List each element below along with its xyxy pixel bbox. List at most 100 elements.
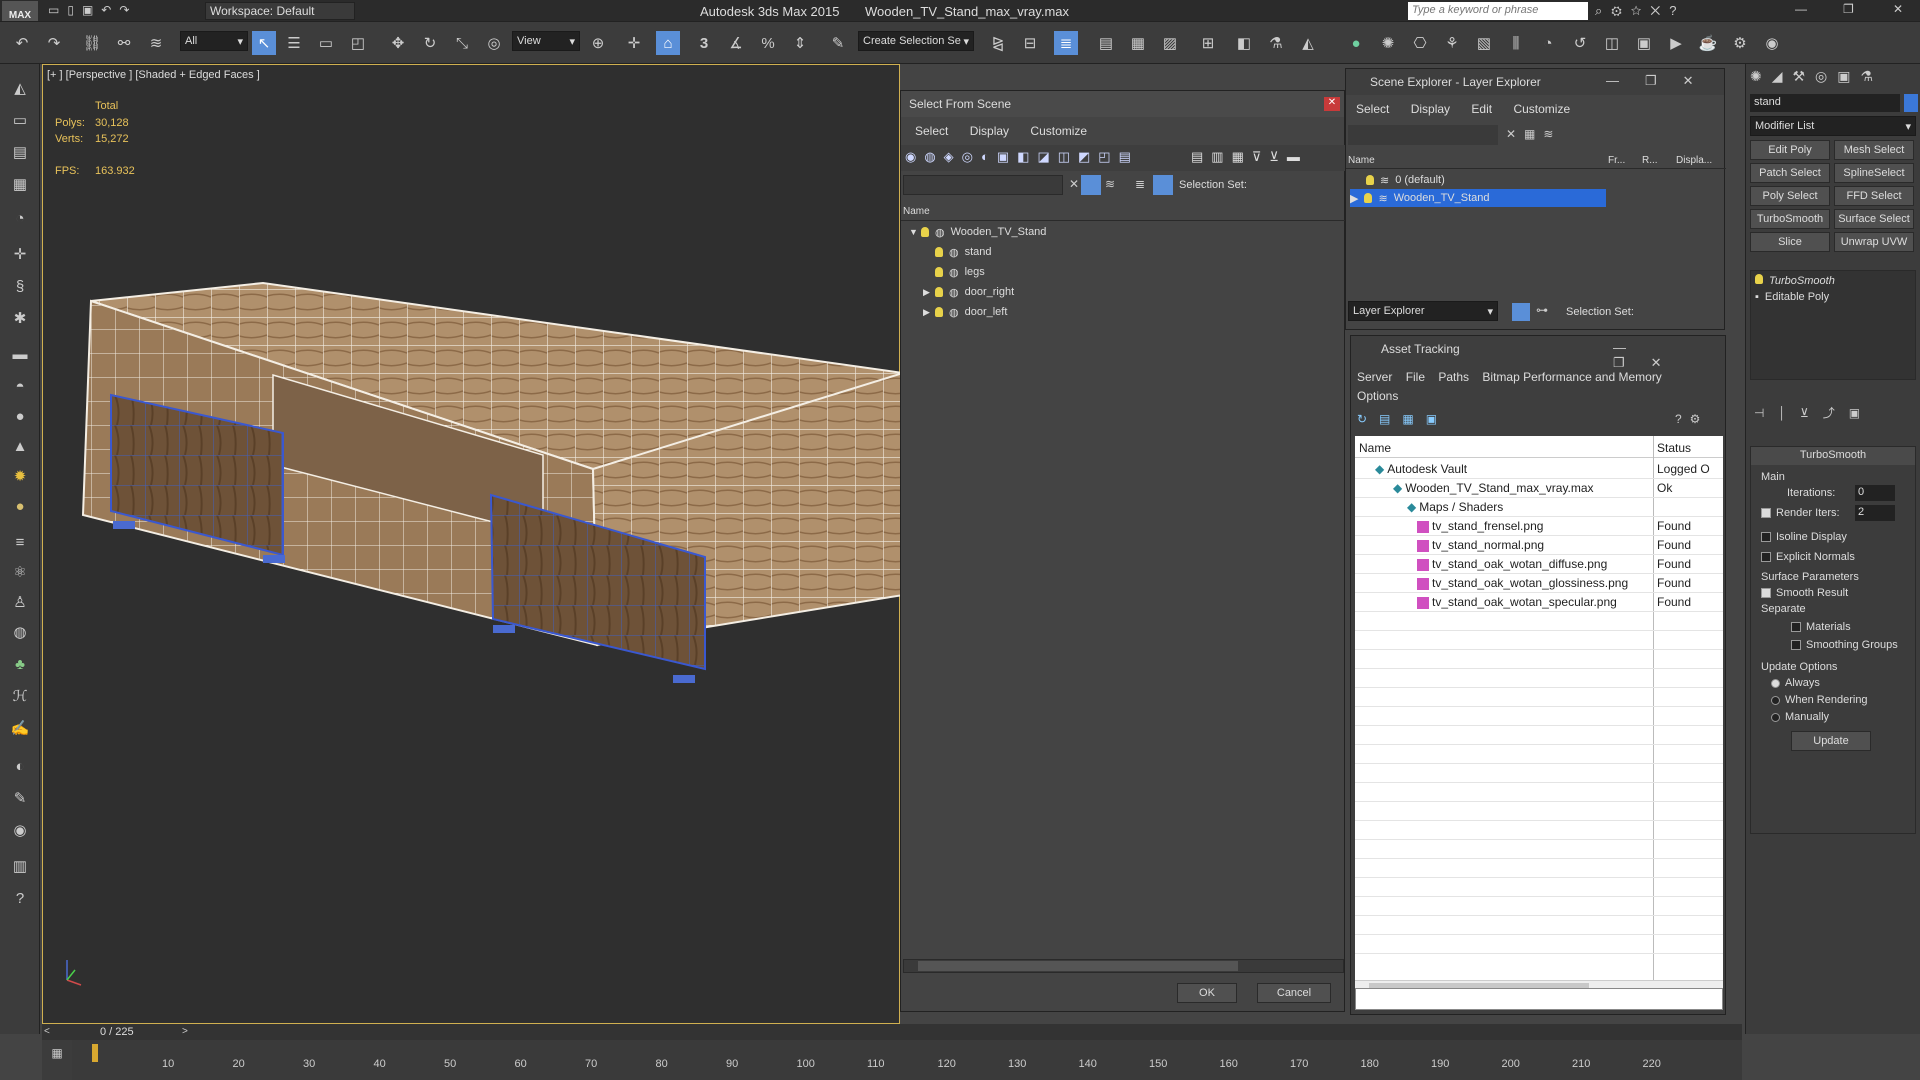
- leg-2[interactable]: [263, 555, 285, 563]
- close-icon[interactable]: ✕: [1324, 97, 1340, 111]
- scale-icon[interactable]: ⤡: [450, 31, 474, 55]
- bulb-icon[interactable]: [935, 287, 943, 297]
- spinner-snap-icon[interactable]: ⇕: [788, 31, 812, 55]
- globe-icon[interactable]: ◍: [8, 620, 32, 644]
- sun-light-icon[interactable]: ✹: [8, 464, 32, 488]
- display-icons[interactable]: ▤▥▦⊽⊻▬: [1191, 149, 1331, 167]
- spring-icon[interactable]: §: [8, 274, 32, 298]
- proxy-icon[interactable]: ▧: [1472, 31, 1496, 55]
- smoothing-groups-row[interactable]: Smoothing Groups: [1791, 639, 1898, 651]
- keyboard-shortcut-override-icon[interactable]: ⌂: [656, 31, 680, 55]
- col-render[interactable]: R...: [1642, 155, 1658, 166]
- modifier-button[interactable]: FFD Select: [1834, 186, 1914, 206]
- tv-stand-model[interactable]: [43, 65, 901, 1025]
- render-production-icon[interactable]: ▶: [1664, 31, 1688, 55]
- scene-explorer-search[interactable]: [1348, 125, 1498, 145]
- omni-icon[interactable]: ●: [8, 494, 32, 518]
- modifier-button[interactable]: SplineSelect: [1834, 163, 1914, 183]
- edit-icon[interactable]: ✎: [8, 786, 32, 810]
- light-bulb-icon[interactable]: ◔: [8, 206, 32, 230]
- create-icon[interactable]: ◭: [8, 76, 32, 100]
- column-header-name[interactable]: Name: [901, 203, 1346, 221]
- material-editor-icon[interactable]: ◧: [1232, 31, 1256, 55]
- sphere-create-icon[interactable]: ●: [8, 404, 32, 428]
- cone-icon[interactable]: ▲: [8, 434, 32, 458]
- isoline-checkbox[interactable]: [1761, 532, 1771, 543]
- teapot-icon[interactable]: ☕: [1696, 31, 1720, 55]
- modifier-button[interactable]: Poly Select: [1750, 186, 1830, 206]
- render-iters-row[interactable]: Render Iters:: [1761, 507, 1840, 519]
- smoothing-groups-checkbox[interactable]: [1791, 640, 1801, 651]
- bulb-icon[interactable]: [935, 247, 943, 257]
- layer-row[interactable]: ≋ 0 (default): [1366, 171, 1716, 189]
- align-icon[interactable]: ⊟: [1018, 31, 1042, 55]
- move-icon[interactable]: ✥: [386, 31, 410, 55]
- pivot-center-icon[interactable]: ⊕: [586, 31, 610, 55]
- menu-edit[interactable]: Edit: [1471, 102, 1492, 116]
- asset-row[interactable]: ◆ Autodesk Vault Logged O: [1355, 460, 1723, 479]
- render-setup-icon[interactable]: ⚗: [1264, 31, 1288, 55]
- select-by-name-icon[interactable]: ☰: [282, 31, 306, 55]
- bind-spacewarp-icon[interactable]: ≋: [144, 31, 168, 55]
- layer-mode-icon[interactable]: [1512, 303, 1530, 321]
- stack-item-editable-poly[interactable]: ▪ Editable Poly: [1755, 291, 1829, 303]
- window-crossing-icon[interactable]: ◰: [346, 31, 370, 55]
- edit-named-selection-icon[interactable]: ✎: [826, 31, 850, 55]
- isoline-row[interactable]: Isoline Display: [1761, 531, 1847, 543]
- manually-radio[interactable]: [1771, 712, 1780, 722]
- leg-3[interactable]: [493, 625, 515, 633]
- layers-icon[interactable]: ▥: [8, 854, 32, 878]
- menu-display[interactable]: Display: [1411, 102, 1450, 116]
- rotate-icon[interactable]: ↻: [418, 31, 442, 55]
- menu-options[interactable]: Options: [1357, 389, 1398, 403]
- bulb-icon[interactable]: [921, 227, 929, 237]
- tree-item[interactable]: ▶ ◍ door_left: [923, 303, 1007, 321]
- modifier-button[interactable]: Mesh Select: [1834, 140, 1914, 160]
- document-icon[interactable]: ▤: [8, 140, 32, 164]
- plane-icon[interactable]: ⫼: [1504, 31, 1528, 55]
- undo-icon[interactable]: ↶: [10, 31, 34, 55]
- cycle-icon[interactable]: ↺: [1568, 31, 1592, 55]
- render-iters-spinner[interactable]: 2: [1855, 505, 1895, 521]
- object-color-swatch[interactable]: [1904, 94, 1918, 112]
- render-icon[interactable]: ◉: [8, 818, 32, 842]
- dome-icon[interactable]: ◓: [8, 374, 32, 398]
- menu-select[interactable]: Select: [1356, 102, 1389, 116]
- modifier-button[interactable]: Surface Select: [1834, 209, 1914, 229]
- light-icon[interactable]: ●: [1344, 31, 1368, 55]
- menu-select[interactable]: Select: [915, 124, 948, 138]
- object-name-field[interactable]: stand: [1750, 94, 1900, 112]
- asset-row[interactable]: tv_stand_normal.png Found: [1355, 536, 1723, 555]
- bulb-icon[interactable]: [1366, 175, 1374, 185]
- perspective-viewport[interactable]: [+ ] [Perspective ] [Shaded + Edged Face…: [42, 64, 901, 1025]
- ok-button[interactable]: OK: [1177, 983, 1237, 1003]
- tree-item[interactable]: ◍ legs: [923, 263, 985, 281]
- col-display[interactable]: Displa...: [1676, 155, 1712, 166]
- sun-icon[interactable]: ✺: [1376, 31, 1400, 55]
- modifier-list-dropdown[interactable]: Modifier List ▾: [1750, 116, 1916, 136]
- render-active-icon[interactable]: ◉: [1760, 31, 1784, 55]
- workspace-dropdown[interactable]: Workspace: Default: [205, 2, 355, 20]
- always-row[interactable]: Always: [1771, 677, 1820, 689]
- maximize-button[interactable]: ❐: [1843, 2, 1854, 16]
- close-button[interactable]: ✕: [1893, 2, 1903, 16]
- leg-4[interactable]: [673, 675, 695, 683]
- rect-selection-icon[interactable]: ▭: [314, 31, 338, 55]
- asset-row[interactable]: tv_stand_oak_wotan_diffuse.png Found: [1355, 555, 1723, 574]
- schematic-view-icon[interactable]: ⊞: [1196, 31, 1220, 55]
- expand-icon[interactable]: ▶: [1350, 192, 1358, 205]
- bulb-icon[interactable]: [935, 267, 943, 277]
- modifier-button[interactable]: Unwrap UVW: [1834, 232, 1914, 252]
- search-input[interactable]: [903, 175, 1063, 195]
- tree-icon[interactable]: ♣: [8, 652, 32, 676]
- plane-create-icon[interactable]: ▭: [8, 108, 32, 132]
- box-icon[interactable]: ▬: [8, 342, 32, 366]
- leg-1[interactable]: [113, 521, 135, 529]
- menu-bitmap[interactable]: Bitmap Performance and Memory: [1482, 370, 1661, 384]
- modifier-button[interactable]: Slice: [1750, 232, 1830, 252]
- col-status[interactable]: Status: [1657, 441, 1691, 455]
- smooth-result-row[interactable]: Smooth Result: [1761, 587, 1848, 599]
- asset-row[interactable]: tv_stand_oak_wotan_specular.png Found: [1355, 593, 1723, 612]
- ref-coord-dropdown[interactable]: View ▾: [512, 31, 580, 51]
- expand-icon[interactable]: ▼: [909, 227, 921, 237]
